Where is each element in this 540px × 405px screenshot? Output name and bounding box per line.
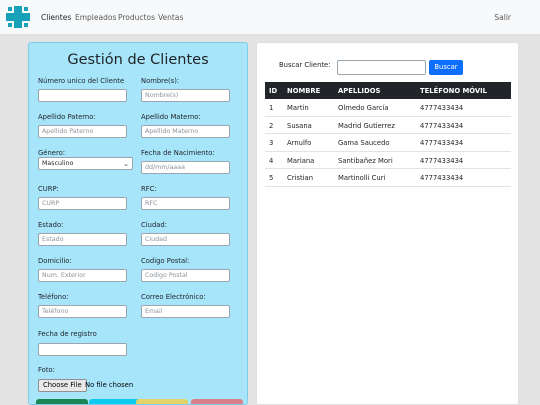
curp-input[interactable]: CURP <box>38 197 127 210</box>
foto-label: Foto: <box>38 366 55 374</box>
email-label: Correo Electrónico: <box>141 293 206 301</box>
chevron-down-icon: ⌄ <box>123 160 129 168</box>
client-form-panel: Gestión de Clientes Número unico del Cli… <box>28 42 248 405</box>
search-button[interactable]: Buscar <box>429 60 463 75</box>
search-input[interactable] <box>337 60 426 75</box>
table-header: ID NOMBRE APELLIDOS TELÉFONO MÓVIL <box>265 82 511 99</box>
cell-telefono: 4777433434 <box>420 121 464 130</box>
genero-label: Género: <box>38 149 66 157</box>
table-row[interactable]: 1 Martin Olmedo García 4777433434 <box>265 99 511 117</box>
telefono-label: Teléfono: <box>38 293 69 301</box>
cell-apellidos: Gama Saucedo <box>338 139 390 147</box>
header-id: ID <box>269 87 278 95</box>
header-nombre: NOMBRE <box>287 87 321 95</box>
domicilio-input[interactable]: Num. Exterior <box>38 269 127 282</box>
rfc-input[interactable]: RFC <box>141 197 230 210</box>
cell-telefono: 4777433434 <box>420 156 464 165</box>
estado-input[interactable]: Estado <box>38 233 127 246</box>
ap-materno-label: Apellido Materno: <box>141 113 201 121</box>
fecha-nac-label: Fecha de Nacimiento: <box>141 149 215 157</box>
edit-button[interactable] <box>136 399 188 404</box>
nav-productos[interactable]: Productos <box>118 13 155 22</box>
ciudad-input[interactable]: Ciudad <box>141 233 230 246</box>
numero-input[interactable] <box>38 89 127 102</box>
ap-paterno-input[interactable]: Apellido Paterno <box>38 125 127 138</box>
nombres-input[interactable]: Nombre(s) <box>141 89 230 102</box>
rfc-label: RFC: <box>141 185 157 193</box>
curp-label: CURP: <box>38 185 59 193</box>
numero-label: Número unico del Cliente <box>38 77 125 85</box>
cell-telefono: 4777433434 <box>420 104 464 112</box>
table-row[interactable]: 2 Susana Madrid Gutierrez 4777433434 <box>265 117 511 134</box>
table-row[interactable]: 4 Mariana Santibañez Mori 4777433434 <box>265 152 511 169</box>
cell-id: 5 <box>269 174 274 182</box>
domicilio-label: Domicilio: <box>38 257 72 265</box>
cp-label: Codigo Postal: <box>141 257 190 265</box>
estado-label: Estado: <box>38 221 64 229</box>
clients-table: ID NOMBRE APELLIDOS TELÉFONO MÓVIL 1 Mar… <box>265 82 511 187</box>
telefono-input[interactable]: Teléfono <box>38 305 127 318</box>
clients-table-panel: Buscar Cliente: Buscar ID NOMBRE APELLID… <box>256 42 519 405</box>
logout-link[interactable]: Salir <box>494 13 511 22</box>
nav-ventas[interactable]: Ventas <box>158 13 183 22</box>
cell-telefono: 4777433434 <box>420 139 464 147</box>
page-title: Gestión de Clientes <box>67 52 209 68</box>
cell-id: 3 <box>269 139 274 147</box>
search-label: Buscar Cliente: <box>279 61 331 69</box>
cell-apellidos: Olmedo García <box>338 104 389 112</box>
file-status: No file chosen <box>85 381 134 389</box>
ap-materno-input[interactable]: Apellido Materno <box>141 125 230 138</box>
table-row[interactable]: 5 Cristian Martinolli Curi 4777433434 <box>265 169 511 187</box>
fecha-nac-input[interactable]: dd/mm/aaaa <box>141 161 230 174</box>
cp-input[interactable]: Codigo Postal <box>141 269 230 282</box>
cell-telefono: 4777433434 <box>420 174 464 182</box>
cell-id: 2 <box>269 121 274 130</box>
ap-paterno-label: Apellido Paterno: <box>38 113 96 121</box>
header-telefono: TELÉFONO MÓVIL <box>420 87 487 95</box>
table-row[interactable]: 3 Arnulfo Gama Saucedo 4777433434 <box>265 134 511 152</box>
cell-nombre: Mariana <box>287 156 315 165</box>
nombres-label: Nombre(s): <box>141 77 180 85</box>
search-action-button[interactable] <box>89 399 141 404</box>
cell-nombre: Susana <box>287 121 312 130</box>
nav-clientes[interactable]: Clientes <box>41 13 71 22</box>
medical-cross-logo-icon[interactable] <box>6 6 30 28</box>
genero-value: Masculino <box>42 160 74 167</box>
cell-apellidos: Santibañez Mori <box>338 156 393 165</box>
cell-apellidos: Martinolli Curi <box>338 174 386 182</box>
cell-nombre: Arnulfo <box>287 139 312 147</box>
cell-nombre: Martin <box>287 104 309 112</box>
save-button[interactable] <box>36 399 88 404</box>
cell-id: 1 <box>269 104 274 112</box>
fecha-reg-input[interactable] <box>38 343 127 356</box>
cell-id: 4 <box>269 156 274 165</box>
delete-button[interactable] <box>191 399 243 404</box>
header-apellidos: APELLIDOS <box>338 87 381 95</box>
nav-empleados[interactable]: Empleados <box>75 13 116 22</box>
cell-apellidos: Madrid Gutierrez <box>338 121 395 130</box>
ciudad-label: Ciudad: <box>141 221 168 229</box>
email-input[interactable]: Email <box>141 305 230 318</box>
fecha-reg-label: Fecha de registro <box>38 330 97 338</box>
cell-nombre: Cristian <box>287 174 313 182</box>
genero-select[interactable]: Masculino ⌄ <box>38 157 133 170</box>
choose-file-button[interactable]: Choose File <box>38 379 87 392</box>
navbar: Clientes Empleados Productos Ventas Sali… <box>0 0 540 35</box>
